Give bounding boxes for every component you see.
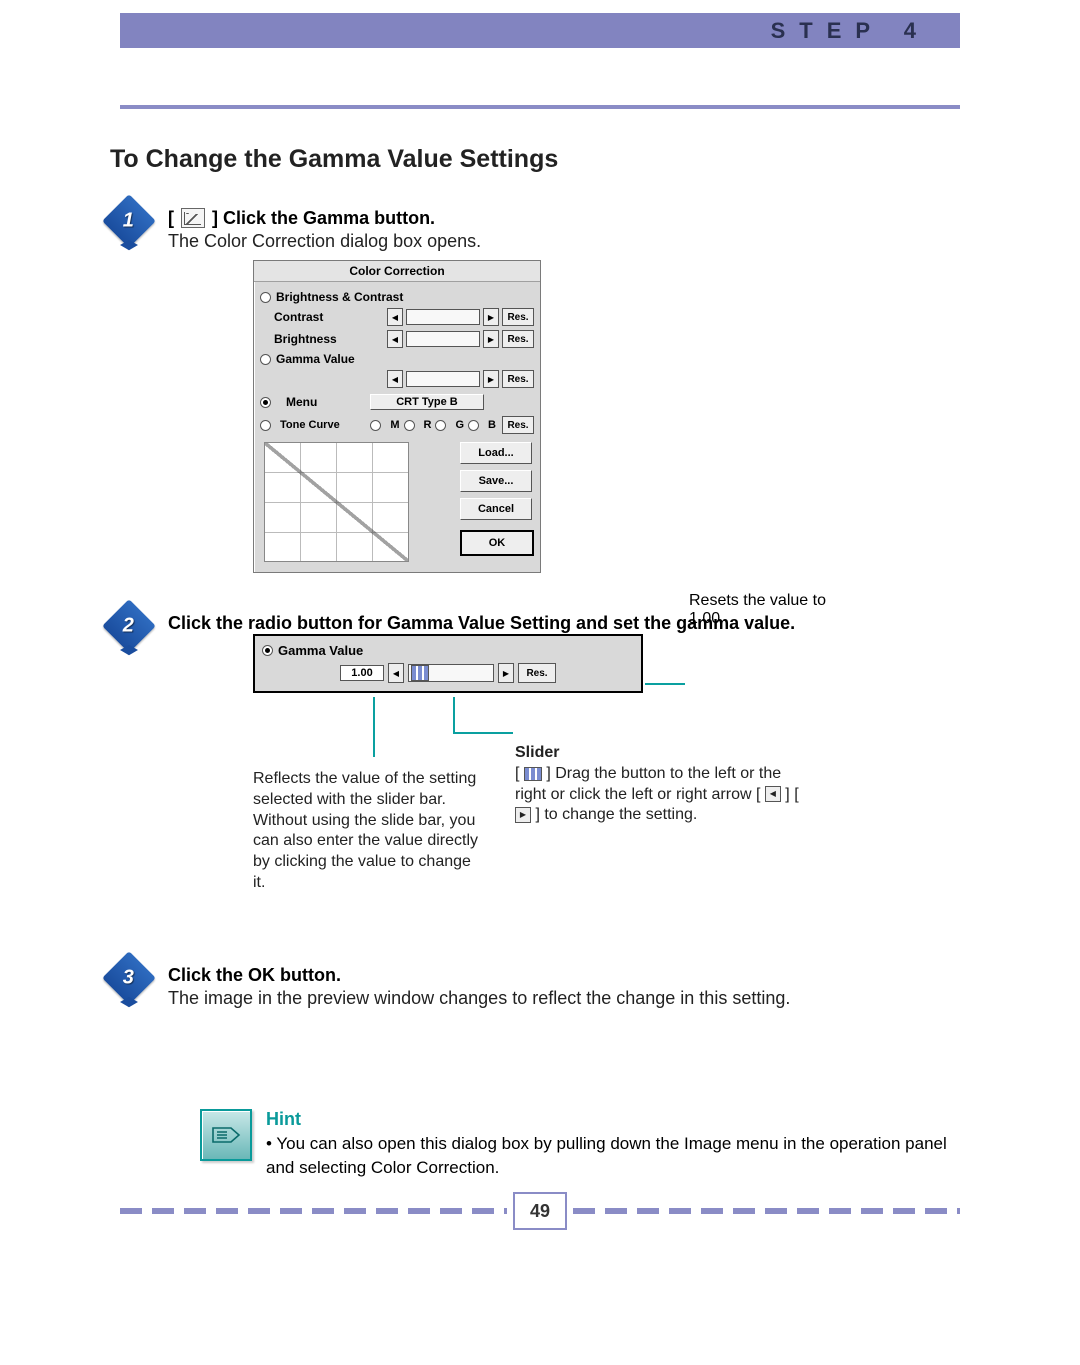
section-title: To Change the Gamma Value Settings [110, 145, 960, 174]
gamma-radio-row[interactable]: Gamma Value [260, 350, 534, 368]
page-header-bar: STEP 4 [120, 13, 960, 48]
menu-radio-label: Menu [286, 395, 317, 409]
step-1-sub: The Color Correction dialog box opens. [168, 231, 960, 252]
arrow-right-icon: ▶ [515, 807, 531, 823]
contrast-arrow-right[interactable]: ▶ [483, 308, 499, 326]
zoom-gamma-label: Gamma Value [278, 643, 363, 658]
anno-leader [453, 697, 455, 732]
gamma-arrow-left[interactable]: ◀ [387, 370, 403, 388]
step-1: 1 [ ] Click the Gamma button. The Color … [110, 204, 960, 601]
load-button[interactable]: Load... [460, 442, 532, 464]
header-divider [120, 105, 960, 109]
anno-leader [645, 683, 685, 685]
menu-dropdown[interactable]: CRT Type B [370, 394, 484, 410]
footer-dash-left [120, 1208, 507, 1214]
contrast-arrow-left[interactable]: ◀ [387, 308, 403, 326]
step-3-title: Click the OK button. [168, 965, 960, 986]
tone-radio-label: Tone Curve [280, 419, 342, 431]
hint-body: • You can also open this dialog box by p… [266, 1132, 960, 1180]
anno-slider-body: [ ] Drag the button to the left or the r… [515, 764, 815, 826]
step-badge-3: 3 [102, 951, 156, 1005]
dialog-title: Color Correction [254, 261, 540, 282]
tone-curve-graph[interactable] [264, 442, 409, 562]
brightness-arrow-right[interactable]: ▶ [483, 330, 499, 348]
ok-button[interactable]: OK [460, 530, 534, 556]
step-2: 2 Click the radio button for Gamma Value… [110, 609, 960, 701]
step-badge-2: 2 [102, 599, 156, 653]
contrast-reset-button[interactable]: Res. [502, 308, 534, 326]
zoom-reset-button[interactable]: Res. [518, 663, 556, 683]
step-badge-1: 1 [102, 194, 156, 248]
brightness-arrow-left[interactable]: ◀ [387, 330, 403, 348]
channel-b-radio[interactable] [468, 420, 479, 431]
color-correction-dialog: Color Correction Brightness & Contrast C… [253, 260, 541, 573]
brightness-slider-track[interactable] [406, 331, 480, 347]
zoom-gamma-radio[interactable] [262, 645, 273, 656]
hint-icon [200, 1109, 252, 1161]
gamma-curve-icon [181, 208, 205, 228]
contrast-slider-track[interactable] [406, 309, 480, 325]
menu-radio[interactable] [260, 397, 271, 408]
zoom-slider-track[interactable] [408, 664, 494, 682]
step-header-label: STEP 4 [771, 18, 930, 44]
anno-leader [453, 732, 513, 734]
bc-radio-label: Brightness & Contrast [276, 290, 403, 304]
anno-reset-label: Resets the value to 1.00 [689, 592, 853, 628]
save-button[interactable]: Save... [460, 470, 532, 492]
gamma-reset-button[interactable]: Res. [502, 370, 534, 388]
brightness-label: Brightness [260, 332, 364, 346]
slider-thumb-icon[interactable] [411, 665, 429, 681]
slider-thumb-icon [524, 767, 542, 781]
anno-slider-title: Slider [515, 743, 815, 764]
zoom-arrow-left[interactable]: ◀ [388, 663, 404, 683]
page-footer: 49 [120, 1192, 960, 1230]
zoom-arrow-right[interactable]: ▶ [498, 663, 514, 683]
channel-r-radio[interactable] [404, 420, 415, 431]
arrow-left-icon: ◀ [765, 786, 781, 802]
step-3: 3 Click the OK button. The image in the … [110, 961, 960, 1009]
gamma-arrow-right[interactable]: ▶ [483, 370, 499, 388]
step-3-sub: The image in the preview window changes … [168, 988, 960, 1009]
step-1-title: [ ] Click the Gamma button. [168, 208, 960, 229]
tone-radio[interactable] [260, 420, 271, 431]
channel-m-radio[interactable] [370, 420, 381, 431]
gamma-value-field[interactable]: 1.00 [340, 665, 384, 681]
hint-box: Hint • You can also open this dialog box… [200, 1109, 960, 1180]
channel-g-radio[interactable] [435, 420, 446, 431]
hint-title: Hint [266, 1109, 960, 1130]
cancel-button[interactable]: Cancel [460, 498, 532, 520]
gamma-radio[interactable] [260, 354, 271, 365]
bc-radio-row[interactable]: Brightness & Contrast [260, 288, 534, 306]
contrast-label: Contrast [260, 310, 364, 324]
gamma-zoom-panel: Gamma Value 1.00 ◀ ▶ Res. [253, 634, 643, 693]
brightness-reset-button[interactable]: Res. [502, 330, 534, 348]
bc-radio[interactable] [260, 292, 271, 303]
gamma-slider-track[interactable] [406, 371, 480, 387]
footer-dash-right [573, 1208, 960, 1214]
page-number: 49 [513, 1192, 567, 1230]
anno-value-body: Reflects the value of the setting select… [253, 769, 483, 894]
tone-reset-button[interactable]: Res. [502, 416, 534, 434]
anno-leader [373, 697, 375, 757]
gamma-radio-label: Gamma Value [276, 352, 355, 366]
